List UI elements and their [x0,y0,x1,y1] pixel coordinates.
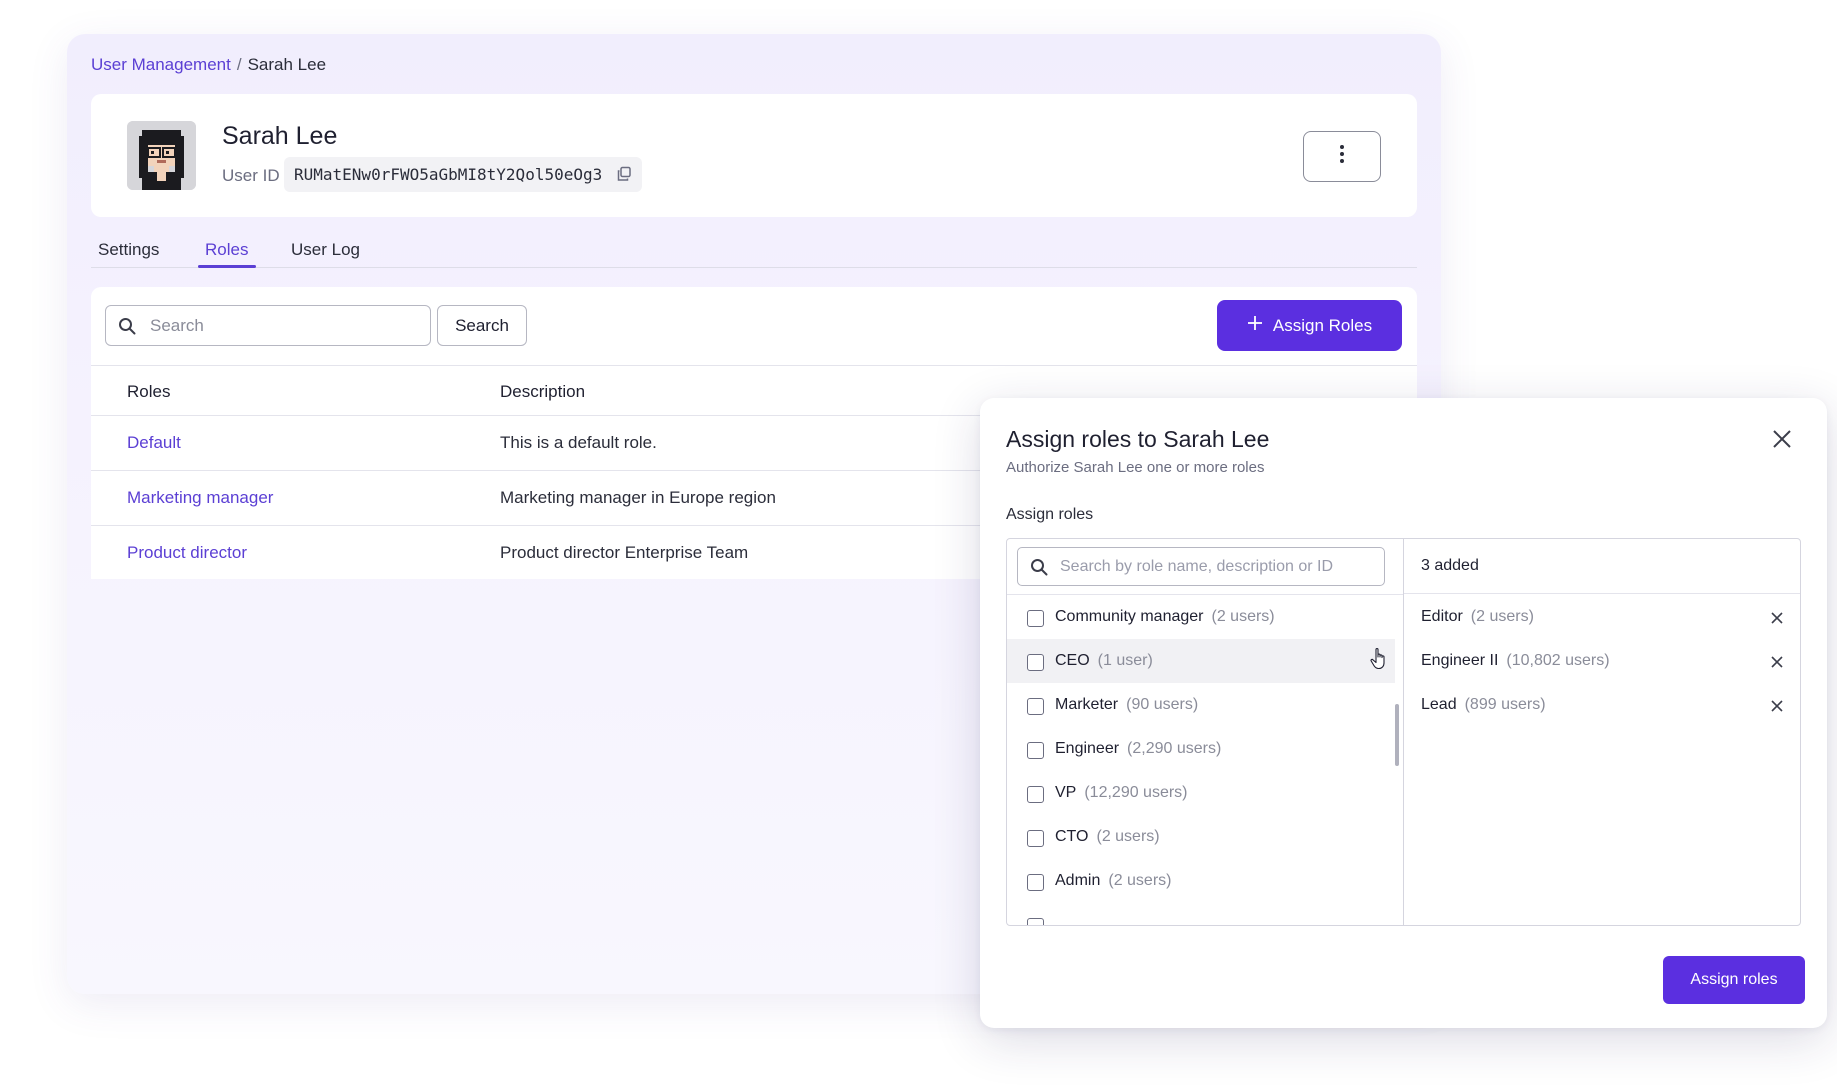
remove-icon[interactable] [1770,611,1784,625]
role-option[interactable]: Admin (2 users) [1007,859,1395,903]
role-option-name: CTO [1055,828,1089,845]
selected-roles-list: 3 added Editor (2 users) Engineer II (10,8… [1404,539,1800,925]
search-button[interactable]: Search [437,305,527,346]
remove-icon[interactable] [1770,655,1784,669]
role-checkbox[interactable] [1027,874,1044,891]
role-checkbox[interactable] [1027,786,1044,803]
selected-role-count: (899 users) [1464,696,1546,713]
role-description: This is a default role. [500,433,657,452]
user-id-value: RUMatENw0rFWO5aGbMI8tY2Qol50eOg3 [294,165,603,184]
role-option[interactable]: VP (12,290 users) [1007,771,1395,815]
role-option-name: Marketer [1055,696,1119,713]
tab-settings[interactable]: Settings [98,240,159,260]
column-header-roles: Roles [127,382,171,401]
role-link[interactable]: Default [127,433,181,453]
role-checkbox[interactable] [1027,830,1044,847]
avatar [127,121,196,190]
user-name: Sarah Lee [222,122,338,150]
role-checkbox[interactable] [1027,742,1044,759]
assign-roles-modal: Assign roles to Sarah Lee Authorize Sara… [980,398,1827,1028]
role-option[interactable]: CTO (2 users) [1007,815,1395,859]
role-checkbox[interactable] [1027,610,1044,627]
selected-role-name: Engineer II [1421,652,1499,669]
role-option[interactable]: Community manager (2 users) [1007,595,1395,639]
more-actions-button[interactable] [1303,131,1381,182]
remove-icon[interactable] [1770,699,1784,713]
assign-roles-label: Assign Roles [1272,315,1373,335]
role-checkbox[interactable] [1027,918,1044,925]
user-id-label: User ID [222,166,280,185]
role-option-count: (90 users) [1126,696,1199,713]
selected-role-count: (10,802 users) [1506,652,1610,669]
user-header-card: Sarah Lee User ID RUMatENw0rFWO5aGbMI8tY… [91,94,1417,217]
scrollbar-thumb[interactable] [1395,704,1399,766]
role-option-count: (2 users) [1096,828,1160,845]
user-id-chip: RUMatENw0rFWO5aGbMI8tY2Qol50eOg3 [284,157,643,192]
added-count: 3 added [1421,557,1479,574]
role-option[interactable]: CEO (1 user) [1007,639,1395,683]
tab-bar: Settings Roles User Log [91,234,1417,268]
search-icon [1030,558,1048,581]
role-option-name: Admin [1055,872,1101,889]
available-roles-list: Community manager (2 users) CEO (1 user) M… [1007,539,1404,925]
role-search-input[interactable] [1060,548,1376,585]
column-header-description: Description [500,382,586,401]
breadcrumb-current: Sarah Lee [247,55,327,74]
breadcrumb-user-management[interactable]: User Management [91,55,231,75]
role-option[interactable]: Marketer (90 users) [1007,683,1395,727]
selected-role-count: (2 users) [1470,608,1534,625]
role-option-name: Engineer [1055,740,1120,757]
tab-roles[interactable]: Roles [205,240,248,260]
role-option-count: (12,290 users) [1084,784,1188,801]
hand-pointer-icon [1369,647,1389,671]
roles-search-input[interactable] [150,306,420,345]
plus-icon [1247,315,1263,336]
role-checkbox[interactable] [1027,698,1044,715]
role-option-count: (2 users) [1211,608,1275,625]
selected-role-name: Lead [1421,696,1457,713]
search-icon [118,317,136,340]
role-option-name: CEO [1055,652,1090,669]
role-option-partial[interactable] [1007,903,1395,925]
close-icon[interactable] [1771,428,1793,450]
role-checkbox[interactable] [1027,654,1044,671]
active-tab-indicator [198,265,256,268]
selected-role: Engineer II (10,802 users) [1404,639,1800,683]
assign-roles-section-label: Assign roles [1006,506,1094,523]
role-option-count: (2,290 users) [1127,740,1222,757]
selected-roles-header: 3 added [1404,539,1800,594]
more-vertical-icon [1339,144,1345,169]
selected-role: Editor (2 users) [1404,595,1800,639]
copy-icon[interactable] [616,166,632,182]
tab-user-log[interactable]: User Log [291,240,360,260]
role-link[interactable]: Marketing manager [127,488,273,508]
confirm-assign-roles-button[interactable]: Assign roles [1663,956,1805,1004]
role-link[interactable]: Product director [127,543,247,563]
selected-role-name: Editor [1421,608,1463,625]
roles-search-box [105,305,431,346]
modal-title: Assign roles to Sarah Lee [1006,426,1270,452]
role-search-box [1017,547,1385,586]
role-option-name: Community manager [1055,608,1204,625]
selected-role: Lead (899 users) [1404,683,1800,727]
assign-roles-button[interactable]: Assign Roles [1217,300,1402,351]
role-option-name: VP [1055,784,1077,801]
app-stage: User Management / Sarah Lee Sarah Lee Us… [0,0,1837,1088]
role-description: Marketing manager in Europe region [500,488,776,507]
role-option-count: (1 user) [1097,652,1153,669]
breadcrumb-separator: / [236,55,242,74]
modal-subtitle: Authorize Sarah Lee one or more roles [1006,459,1265,476]
role-option[interactable]: Engineer (2,290 users) [1007,727,1395,771]
role-option-count: (2 users) [1108,872,1172,889]
role-description: Product director Enterprise Team [500,543,749,562]
breadcrumb: User Management / Sarah Lee [91,55,326,75]
role-picker: Community manager (2 users) CEO (1 user) M… [1006,538,1801,926]
